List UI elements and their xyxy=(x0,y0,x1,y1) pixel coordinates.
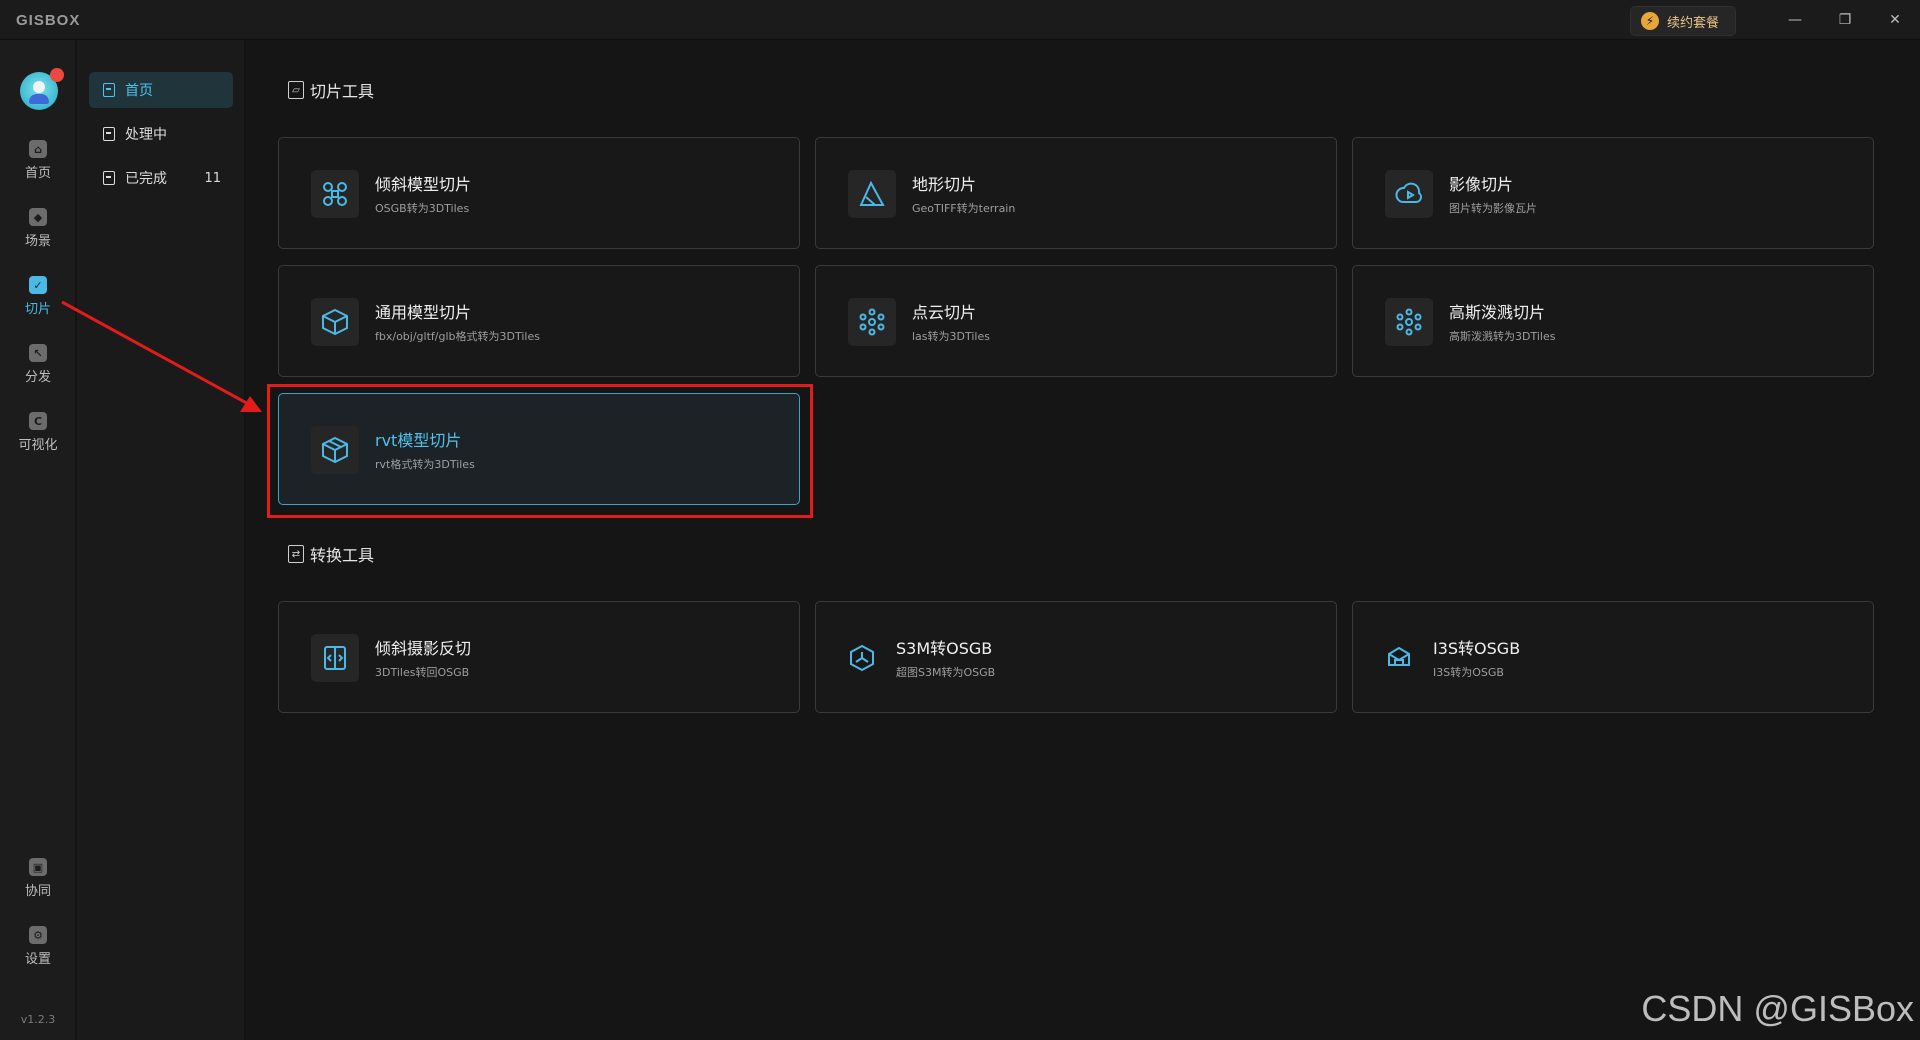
annotation-arrow xyxy=(61,300,262,412)
annotation-highlight-box xyxy=(267,384,813,518)
watermark: CSDN @GISBox xyxy=(1641,988,1914,1029)
